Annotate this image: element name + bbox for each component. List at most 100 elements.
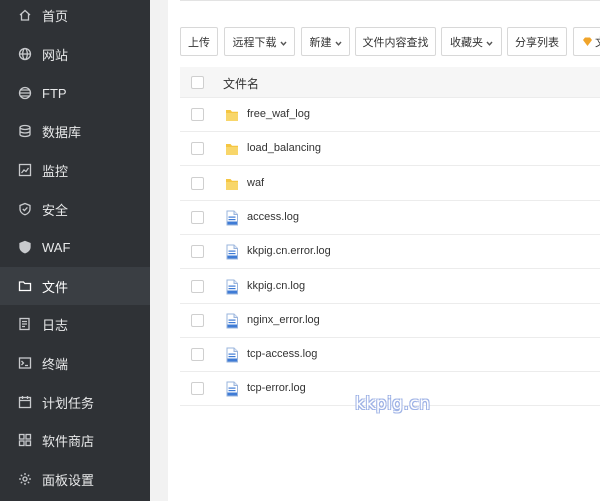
file-manager-panel: 上传 远程下载 新建 文件内容查找 收藏夹 分享列表 文 文件名 free_wa… bbox=[168, 0, 600, 501]
file-icon bbox=[225, 210, 239, 226]
sidebar-item-ftp[interactable]: FTP bbox=[0, 74, 150, 112]
new-label: 新建 bbox=[309, 36, 332, 49]
shield-icon bbox=[18, 202, 32, 216]
new-button[interactable]: 新建 bbox=[301, 27, 350, 56]
table-row[interactable]: tcp-access.log bbox=[180, 338, 600, 373]
upload-label: 上传 bbox=[188, 36, 210, 49]
sidebar-item-terminal[interactable]: 终端 bbox=[0, 344, 150, 382]
sidebar-item-label: 数据库 bbox=[42, 124, 82, 140]
ftp-icon bbox=[18, 86, 32, 100]
sidebar-item-label: 计划任务 bbox=[42, 395, 95, 411]
file-name[interactable]: nginx_error.log bbox=[247, 314, 320, 326]
sidebar-item-files[interactable]: 文件 bbox=[0, 267, 150, 305]
file-icon bbox=[225, 244, 239, 260]
log-icon bbox=[18, 317, 32, 331]
sidebar-item-logs[interactable]: 日志 bbox=[0, 305, 150, 343]
sidebar-item-label: 终端 bbox=[42, 356, 69, 372]
table-row[interactable]: nginx_error.log bbox=[180, 303, 600, 338]
file-name[interactable]: free_waf_log bbox=[247, 108, 310, 120]
content-search-label: 文件内容查找 bbox=[362, 36, 429, 49]
row-checkbox[interactable] bbox=[191, 279, 204, 293]
sidebar-item-label: FTP bbox=[42, 85, 67, 101]
upload-button[interactable]: 上传 bbox=[180, 27, 218, 56]
table-row[interactable]: waf bbox=[180, 166, 600, 201]
home-icon bbox=[18, 8, 32, 22]
favorites-button[interactable]: 收藏夹 bbox=[441, 27, 502, 56]
database-icon bbox=[18, 124, 32, 138]
chevron-down-icon bbox=[486, 38, 493, 46]
row-checkbox[interactable] bbox=[191, 382, 204, 396]
chevron-down-icon bbox=[334, 38, 342, 46]
sidebar-item-label: WAF bbox=[42, 239, 71, 255]
sidebar-item-label: 首页 bbox=[42, 8, 69, 24]
sidebar: 首页 网站 FTP 数据库 监控 安全 WAF 文件 日志 终端 计划任务 软件… bbox=[0, 0, 150, 501]
divider bbox=[180, 0, 600, 1]
file-name[interactable]: waf bbox=[247, 177, 264, 189]
content-search-button[interactable]: 文件内容查找 bbox=[355, 27, 436, 56]
file-name[interactable]: tcp-error.log bbox=[247, 382, 306, 394]
row-checkbox[interactable] bbox=[191, 313, 204, 327]
table-row[interactable]: kkpig.cn.error.log bbox=[180, 235, 600, 270]
globe-icon bbox=[18, 47, 32, 61]
calendar-icon bbox=[18, 395, 32, 409]
file-icon bbox=[225, 313, 239, 329]
sidebar-item-label: 监控 bbox=[42, 163, 69, 179]
sidebar-item-label: 面板设置 bbox=[42, 472, 95, 488]
sidebar-item-store[interactable]: 软件商店 bbox=[0, 421, 150, 459]
folder-icon bbox=[18, 279, 32, 293]
table-header: 文件名 bbox=[180, 67, 600, 98]
sidebar-item-monitor[interactable]: 监控 bbox=[0, 151, 150, 189]
sidebar-item-website[interactable]: 网站 bbox=[0, 35, 150, 73]
row-checkbox[interactable] bbox=[191, 348, 204, 362]
watermark: kkpig.cn bbox=[355, 394, 431, 414]
sidebar-item-label: 文件 bbox=[42, 279, 69, 295]
apps-icon bbox=[18, 433, 32, 447]
file-icon bbox=[225, 279, 239, 295]
folder-icon bbox=[225, 107, 239, 123]
sidebar-item-waf[interactable]: WAF bbox=[0, 228, 150, 266]
file-icon bbox=[225, 347, 239, 363]
row-checkbox[interactable] bbox=[191, 108, 204, 121]
sidebar-item-database[interactable]: 数据库 bbox=[0, 112, 150, 150]
file-name[interactable]: access.log bbox=[247, 211, 299, 223]
row-checkbox[interactable] bbox=[191, 176, 204, 190]
sidebar-item-settings[interactable]: 面板设置 bbox=[0, 460, 150, 498]
sidebar-item-home[interactable]: 首页 bbox=[0, 0, 150, 34]
waf-shield-icon bbox=[18, 240, 32, 254]
share-list-label: 分享列表 bbox=[515, 36, 559, 49]
column-header-filename[interactable]: 文件名 bbox=[223, 75, 259, 92]
diamond-icon bbox=[582, 36, 593, 47]
table-row[interactable]: kkpig.cn.log bbox=[180, 269, 600, 304]
sidebar-item-label: 安全 bbox=[42, 202, 69, 218]
settings-icon bbox=[18, 472, 32, 486]
row-checkbox[interactable] bbox=[191, 142, 204, 156]
terminal-icon bbox=[18, 356, 32, 370]
sidebar-item-label: 网站 bbox=[42, 47, 69, 63]
file-name[interactable]: kkpig.cn.log bbox=[247, 280, 305, 292]
chevron-down-icon bbox=[279, 38, 287, 46]
table-row[interactable]: free_waf_log bbox=[180, 98, 600, 132]
file-icon bbox=[225, 381, 239, 397]
sidebar-item-label: 软件商店 bbox=[42, 433, 95, 449]
row-checkbox[interactable] bbox=[191, 245, 204, 259]
share-list-button[interactable]: 分享列表 bbox=[507, 27, 567, 56]
monitor-icon bbox=[18, 163, 32, 177]
sidebar-item-label: 日志 bbox=[42, 317, 69, 333]
select-all-checkbox[interactable] bbox=[191, 76, 204, 89]
table-row[interactable]: access.log bbox=[180, 200, 600, 235]
row-checkbox[interactable] bbox=[191, 210, 204, 224]
file-name[interactable]: tcp-access.log bbox=[247, 348, 317, 360]
file-name[interactable]: kkpig.cn.error.log bbox=[247, 245, 331, 257]
favorites-label: 收藏夹 bbox=[450, 36, 483, 49]
sidebar-item-security[interactable]: 安全 bbox=[0, 190, 150, 228]
folder-icon bbox=[225, 141, 239, 157]
table-row[interactable]: load_balancing bbox=[180, 132, 600, 167]
main-area: 上传 远程下载 新建 文件内容查找 收藏夹 分享列表 文 文件名 free_wa… bbox=[150, 0, 600, 501]
remote-download-label: 远程下载 bbox=[232, 36, 277, 49]
pro-feature-button[interactable]: 文 bbox=[573, 27, 600, 56]
pro-feature-label: 文 bbox=[595, 34, 600, 50]
remote-download-button[interactable]: 远程下载 bbox=[224, 27, 295, 56]
file-name[interactable]: load_balancing bbox=[247, 142, 321, 154]
folder-icon bbox=[225, 176, 239, 192]
sidebar-item-cron[interactable]: 计划任务 bbox=[0, 383, 150, 421]
